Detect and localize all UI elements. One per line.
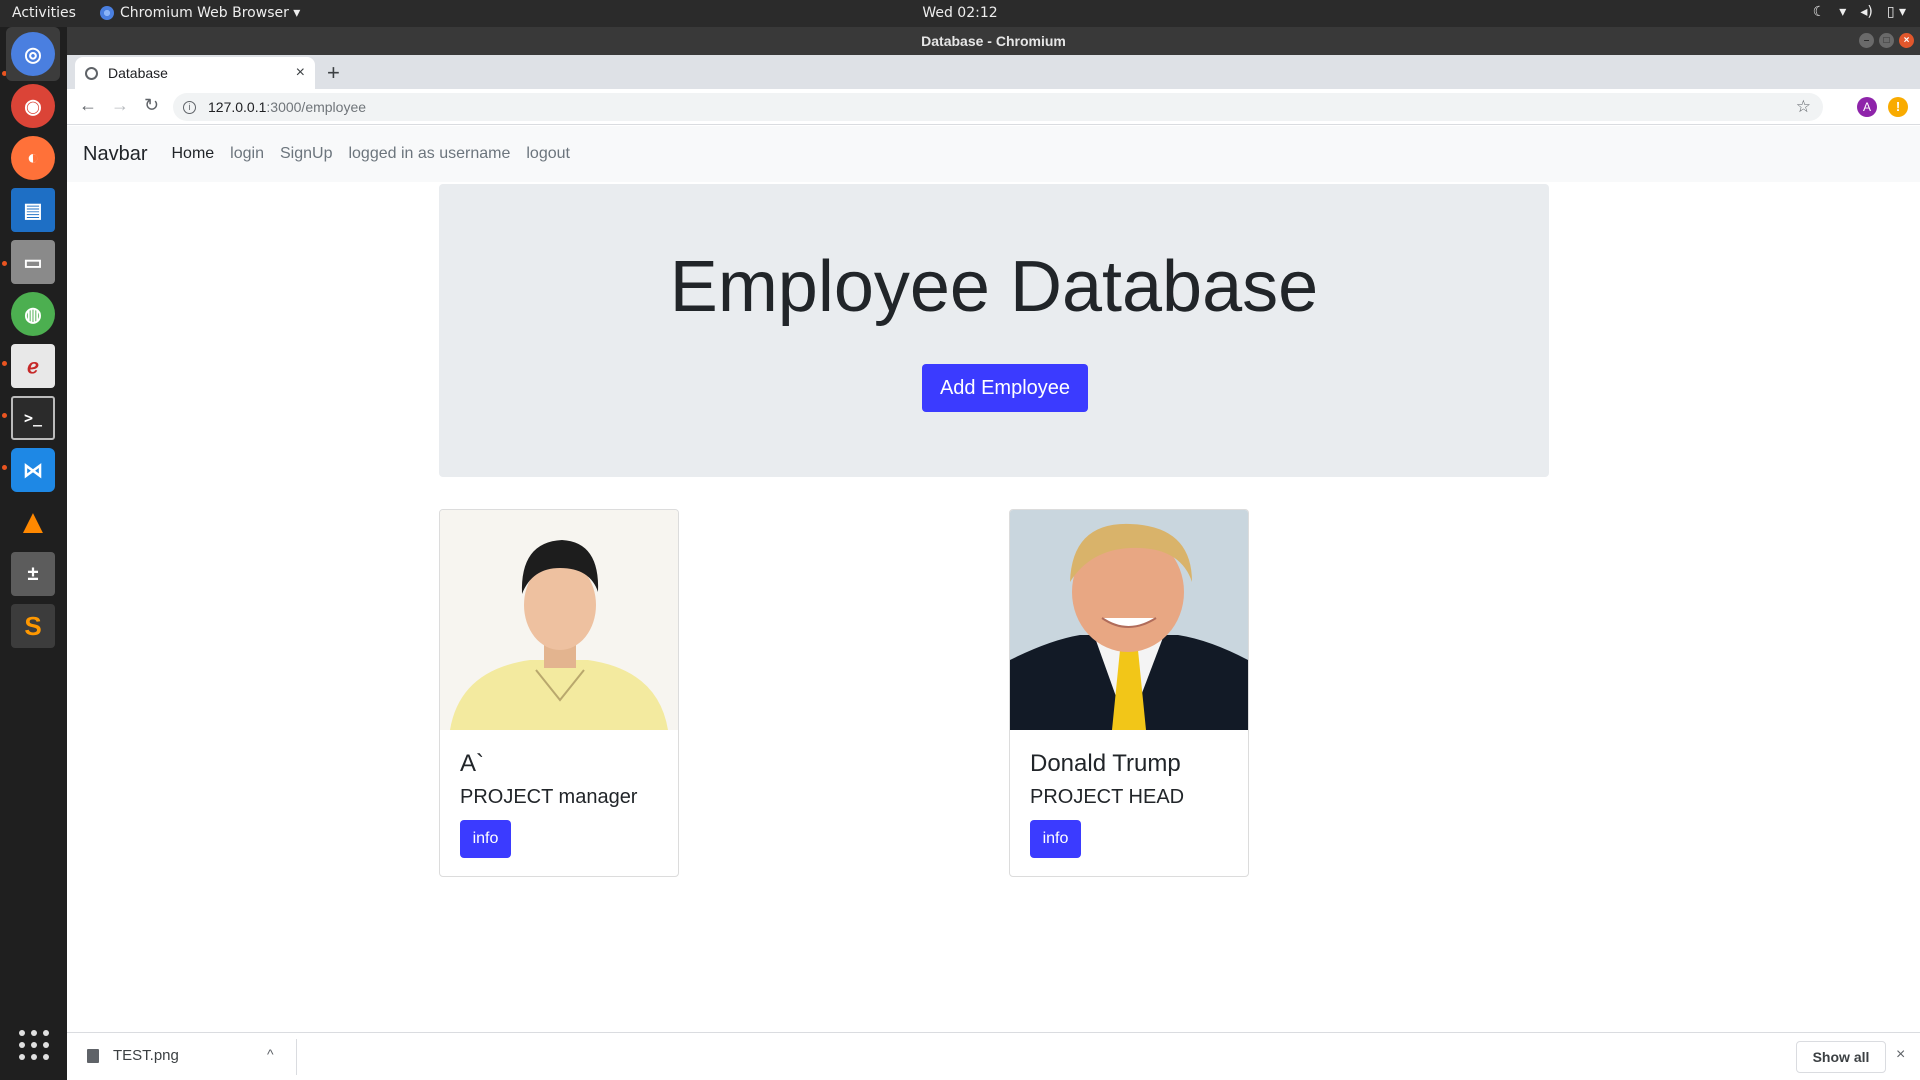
window-title-bar: Database - Chromium – □ × <box>67 27 1920 55</box>
vscode-icon: ⋈ <box>11 448 55 492</box>
dock-app-vlc[interactable]: ▲ <box>6 495 60 549</box>
employee-photo <box>1010 510 1248 730</box>
chromium-icon: ◎ <box>11 32 55 76</box>
new-tab-button[interactable]: + <box>327 60 340 86</box>
dock-app-terminal[interactable]: >_ <box>6 391 60 445</box>
chevron-up-icon[interactable]: ^ <box>267 1046 274 1062</box>
maximize-button[interactable]: □ <box>1879 33 1894 48</box>
pdf-viewer-icon: ℯ <box>11 344 55 388</box>
night-light-icon: ☾ <box>1812 4 1826 20</box>
app-menu[interactable]: Chromium Web Browser ▾ <box>100 5 300 21</box>
dock-app-files[interactable]: ▭ <box>6 235 60 289</box>
sublime-icon: S <box>11 604 55 648</box>
nav-link-login[interactable]: login <box>230 145 264 163</box>
chrome-icon: ◉ <box>11 84 55 128</box>
system-tray[interactable]: ☾ ▾ ◂) ▯ ▾ <box>1813 4 1906 20</box>
download-item[interactable]: TEST.png <box>87 1047 179 1064</box>
app-menu-label: Chromium Web Browser ▾ <box>120 5 301 21</box>
dock-app-globe[interactable]: ◍ <box>6 287 60 341</box>
close-window-button[interactable]: × <box>1899 33 1914 48</box>
page-title: Employee Database <box>669 247 1319 327</box>
globe-icon: ◍ <box>11 292 55 336</box>
back-button[interactable]: ← <box>79 95 97 116</box>
files-icon: ▭ <box>11 240 55 284</box>
reload-button[interactable]: ↻ <box>144 95 159 116</box>
site-navbar: Navbar Home login SignUp logged in as us… <box>67 126 1920 182</box>
window-controls: – □ × <box>1859 33 1914 48</box>
close-tab-icon[interactable]: × <box>296 64 305 82</box>
employee-role: PROJECT manager <box>460 786 638 808</box>
calculator-icon: ± <box>11 552 55 596</box>
site-info-icon[interactable]: i <box>183 100 196 114</box>
address-bar[interactable]: i 127.0.0.1 :3000/employee ☆ <box>173 93 1823 121</box>
vlc-icon: ▲ <box>16 502 50 541</box>
battery-icon: ▯ ▾ <box>1886 4 1906 20</box>
employee-info-button[interactable]: info <box>460 820 511 858</box>
firefox-icon: ◐ <box>11 136 55 180</box>
employee-card: A` PROJECT manager info <box>439 509 679 877</box>
terminal-icon: >_ <box>11 396 55 440</box>
employee-card: Donald Trump PROJECT HEAD info <box>1009 509 1249 877</box>
close-download-bar-icon[interactable]: × <box>1896 1046 1905 1064</box>
dock: ◎ ◉ ◐ ▤ ▭ ◍ ℯ >_ ⋈ ▲ ± S <box>0 27 67 1080</box>
bookmark-star-icon[interactable]: ☆ <box>1796 97 1811 117</box>
divider <box>296 1039 297 1075</box>
tab-database[interactable]: Database × <box>75 57 315 89</box>
update-alert-icon[interactable]: ! <box>1888 97 1908 117</box>
add-employee-button[interactable]: Add Employee <box>922 364 1088 412</box>
dock-app-firefox[interactable]: ◐ <box>6 131 60 185</box>
window-title: Database - Chromium <box>921 33 1066 49</box>
volume-icon: ◂) <box>1860 4 1873 20</box>
employee-photo <box>440 510 678 730</box>
dock-app-sublime[interactable]: S <box>6 599 60 653</box>
tab-strip: Database × + <box>67 55 1920 89</box>
minimize-button[interactable]: – <box>1859 33 1874 48</box>
nav-link-home[interactable]: Home <box>171 145 214 163</box>
dock-app-pdf-viewer[interactable]: ℯ <box>6 339 60 393</box>
show-all-button[interactable]: Show all <box>1796 1041 1886 1073</box>
employee-name: A` <box>460 750 484 777</box>
chromium-icon <box>100 6 114 20</box>
dock-app-chrome[interactable]: ◉ <box>6 79 60 133</box>
employee-info-button[interactable]: info <box>1030 820 1081 858</box>
dock-app-vscode[interactable]: ⋈ <box>6 443 60 497</box>
wifi-icon: ▾ <box>1839 4 1847 20</box>
employee-name: Donald Trump <box>1030 750 1181 777</box>
show-applications-icon[interactable] <box>19 1030 49 1060</box>
download-filename: TEST.png <box>113 1047 179 1064</box>
dock-app-writer[interactable]: ▤ <box>6 183 60 237</box>
dock-app-chromium[interactable]: ◎ <box>6 27 60 81</box>
url-path: :3000/employee <box>266 99 367 115</box>
nav-link-logged-in-status[interactable]: logged in as username <box>348 145 510 163</box>
globe-icon <box>85 66 98 80</box>
navbar-brand[interactable]: Navbar <box>83 143 147 166</box>
url-host: 127.0.0.1 <box>208 99 267 115</box>
forward-button[interactable]: → <box>111 95 129 116</box>
profile-avatar[interactable]: A <box>1857 97 1877 117</box>
jumbotron: Employee Database Add Employee <box>439 184 1549 477</box>
nav-link-signup[interactable]: SignUp <box>280 145 332 163</box>
system-top-bar: Activities Chromium Web Browser ▾ Wed 02… <box>0 0 1920 27</box>
image-file-icon <box>87 1048 99 1063</box>
download-bar: TEST.png ^ Show all × <box>67 1032 1920 1080</box>
employee-role: PROJECT HEAD <box>1030 786 1185 808</box>
browser-toolbar: ← → ↻ i 127.0.0.1 :3000/employee ☆ A ! <box>67 89 1920 125</box>
tab-label: Database <box>108 65 168 81</box>
page-viewport: Navbar Home login SignUp logged in as us… <box>67 126 1920 1032</box>
writer-icon: ▤ <box>11 188 55 232</box>
nav-link-logout[interactable]: logout <box>526 145 570 163</box>
dock-app-calculator[interactable]: ± <box>6 547 60 601</box>
activities-button[interactable]: Activities <box>12 5 76 21</box>
